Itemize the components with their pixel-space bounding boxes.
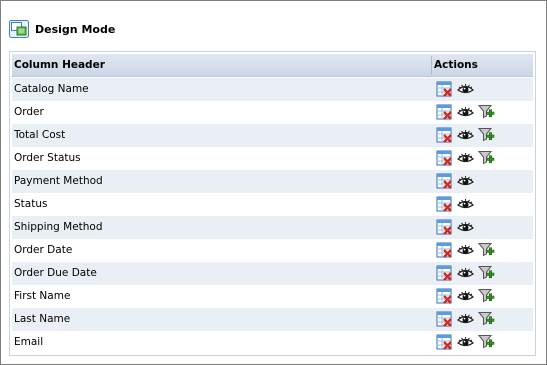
add-filter-icon[interactable] bbox=[477, 334, 495, 351]
panel-header: Design Mode bbox=[9, 18, 115, 40]
row-actions bbox=[436, 265, 499, 282]
row-actions bbox=[436, 242, 499, 259]
header-divider bbox=[431, 56, 432, 75]
delete-column-icon[interactable] bbox=[436, 196, 453, 213]
row-actions bbox=[436, 196, 478, 213]
table-row: First Name bbox=[12, 285, 533, 308]
column-name-cell: Order Due Date bbox=[14, 267, 97, 279]
visibility-eye-icon[interactable] bbox=[457, 265, 474, 282]
column-name-cell: Status bbox=[14, 198, 48, 210]
row-actions bbox=[436, 104, 499, 121]
visibility-eye-icon[interactable] bbox=[457, 311, 474, 328]
delete-column-icon[interactable] bbox=[436, 173, 453, 190]
visibility-eye-icon[interactable] bbox=[457, 150, 474, 167]
column-name-cell: Payment Method bbox=[14, 175, 103, 187]
visibility-eye-icon[interactable] bbox=[457, 334, 474, 351]
add-filter-icon[interactable] bbox=[477, 265, 495, 282]
add-filter-icon[interactable] bbox=[477, 127, 495, 144]
delete-column-icon[interactable] bbox=[436, 334, 453, 351]
table-row: Order Status bbox=[12, 147, 533, 170]
table-row: Payment Method bbox=[12, 170, 533, 193]
visibility-eye-icon[interactable] bbox=[457, 196, 474, 213]
delete-column-icon[interactable] bbox=[436, 242, 453, 259]
table-row: Order Date bbox=[12, 239, 533, 262]
delete-column-icon[interactable] bbox=[436, 127, 453, 144]
delete-column-icon[interactable] bbox=[436, 104, 453, 121]
add-filter-icon[interactable] bbox=[477, 311, 495, 328]
row-actions bbox=[436, 288, 499, 305]
panel-title: Design Mode bbox=[35, 22, 116, 36]
visibility-eye-icon[interactable] bbox=[457, 104, 474, 121]
visibility-eye-icon[interactable] bbox=[457, 173, 474, 190]
row-actions bbox=[436, 150, 499, 167]
add-filter-icon[interactable] bbox=[477, 150, 495, 167]
delete-column-icon[interactable] bbox=[436, 150, 453, 167]
row-actions bbox=[436, 173, 478, 190]
columns-grid: Column Header Actions Catalog Name Order T… bbox=[9, 51, 536, 356]
table-row: Order Due Date bbox=[12, 262, 533, 285]
visibility-eye-icon[interactable] bbox=[457, 242, 474, 259]
row-actions bbox=[436, 219, 478, 236]
row-actions bbox=[436, 334, 499, 351]
visibility-eye-icon[interactable] bbox=[457, 288, 474, 305]
table-row: Status bbox=[12, 193, 533, 216]
visibility-eye-icon[interactable] bbox=[457, 219, 474, 236]
table-row: Total Cost bbox=[12, 124, 533, 147]
delete-column-icon[interactable] bbox=[436, 219, 453, 236]
design-mode-panel: Design Mode Column Header Actions Catalo… bbox=[0, 0, 547, 365]
table-row: Catalog Name bbox=[12, 78, 533, 101]
add-filter-icon[interactable] bbox=[477, 242, 495, 259]
visibility-eye-icon[interactable] bbox=[457, 127, 474, 144]
row-actions bbox=[436, 81, 478, 98]
column-name-cell: Shipping Method bbox=[14, 221, 103, 233]
column-name-cell: Catalog Name bbox=[14, 83, 89, 95]
delete-column-icon[interactable] bbox=[436, 311, 453, 328]
actions-heading: Actions bbox=[434, 59, 478, 71]
column-name-cell: Total Cost bbox=[14, 129, 66, 141]
row-actions bbox=[436, 127, 499, 144]
column-name-cell: Email bbox=[14, 336, 44, 348]
delete-column-icon[interactable] bbox=[436, 288, 453, 305]
table-row: Email bbox=[12, 331, 533, 354]
table-row: Last Name bbox=[12, 308, 533, 331]
delete-column-icon[interactable] bbox=[436, 265, 453, 282]
table-row: Order bbox=[12, 101, 533, 124]
grid-header-row: Column Header Actions bbox=[12, 54, 533, 77]
column-name-cell: First Name bbox=[14, 290, 71, 302]
visibility-eye-icon[interactable] bbox=[457, 81, 474, 98]
row-actions bbox=[436, 311, 499, 328]
delete-column-icon[interactable] bbox=[436, 81, 453, 98]
column-name-cell: Last Name bbox=[14, 313, 71, 325]
design-mode-icon bbox=[9, 20, 29, 38]
add-filter-icon[interactable] bbox=[477, 104, 495, 121]
column-name-cell: Order Status bbox=[14, 152, 81, 164]
column-name-cell: Order Date bbox=[14, 244, 73, 256]
grid-body: Catalog Name Order Total Cost Order Status P… bbox=[12, 78, 533, 354]
table-row: Shipping Method bbox=[12, 216, 533, 239]
column-name-cell: Order bbox=[14, 106, 44, 118]
column-header-heading[interactable]: Column Header bbox=[14, 54, 105, 76]
add-filter-icon[interactable] bbox=[477, 288, 495, 305]
